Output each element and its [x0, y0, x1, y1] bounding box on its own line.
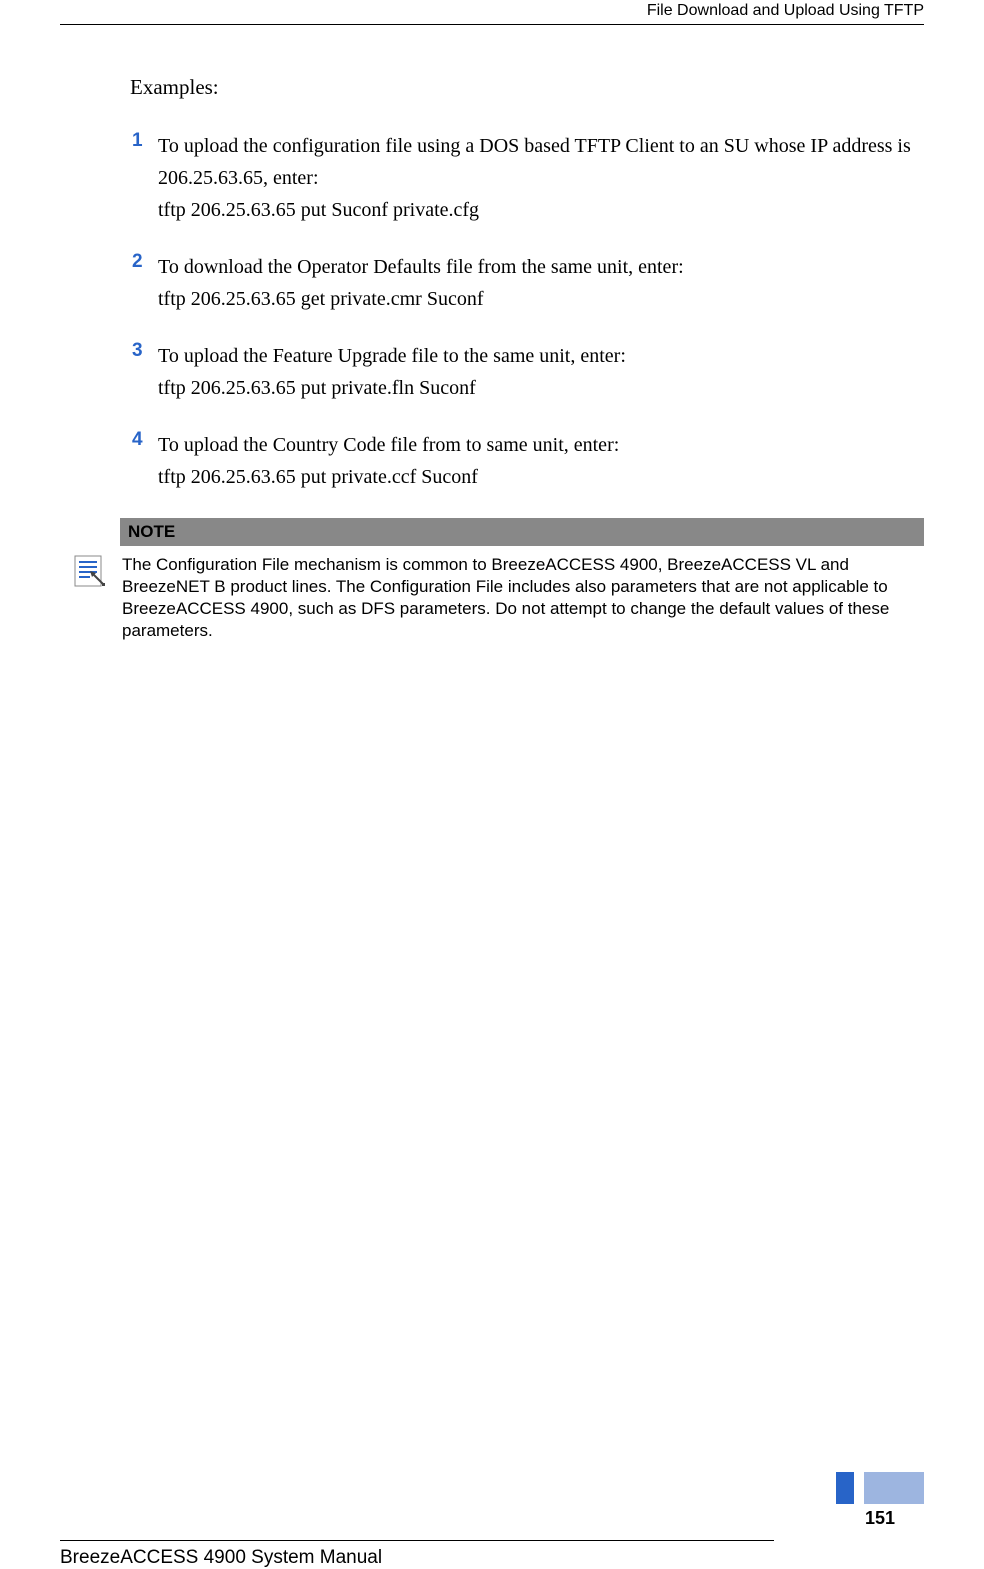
example-number: 1 [130, 130, 158, 226]
example-description: To download the Operator Defaults file f… [158, 256, 684, 278]
footer-bar-light [864, 1472, 924, 1504]
example-description: To upload the Country Code file from to … [158, 434, 619, 456]
example-item: 2 To download the Operator Defaults file… [130, 251, 924, 315]
example-number: 2 [130, 251, 158, 315]
example-text: To upload the Country Code file from to … [158, 429, 619, 493]
note-body: NOTE The Configuration File mechanism is… [120, 518, 924, 642]
footer-bar-group: 151 [836, 1472, 924, 1529]
note-icon [72, 553, 108, 589]
page-header: File Download and Upload Using TFTP [0, 0, 984, 25]
note-header: NOTE [120, 518, 924, 546]
note-icon-wrapper [60, 518, 120, 642]
header-title: File Download and Upload Using TFTP [0, 0, 984, 24]
footer-bars [836, 1472, 924, 1504]
page-footer: BreezeACCESS 4900 System Manual 151 [0, 1540, 984, 1569]
note-block: NOTE The Configuration File mechanism is… [60, 518, 924, 642]
example-description: To upload the Feature Upgrade file to th… [158, 345, 626, 367]
examples-heading: Examples: [130, 75, 924, 100]
example-command: tftp 206.25.63.65 put private.fln Suconf [158, 377, 476, 399]
page-number: 151 [865, 1508, 895, 1529]
header-divider [60, 24, 924, 25]
example-item: 3 To upload the Feature Upgrade file to … [130, 340, 924, 404]
example-description: To upload the configuration file using a… [158, 135, 911, 189]
example-item: 1 To upload the configuration file using… [130, 130, 924, 226]
footer-bar-accent [836, 1472, 854, 1504]
example-command: tftp 206.25.63.65 get private.cmr Suconf [158, 288, 484, 310]
example-command: tftp 206.25.63.65 put private.ccf Suconf [158, 466, 478, 488]
example-text: To download the Operator Defaults file f… [158, 251, 684, 315]
example-number: 3 [130, 340, 158, 404]
page-content: Examples: 1 To upload the configuration … [130, 60, 924, 642]
example-text: To upload the configuration file using a… [158, 130, 924, 226]
example-item: 4 To upload the Country Code file from t… [130, 429, 924, 493]
footer-manual-name: BreezeACCESS 4900 System Manual [0, 1541, 984, 1569]
example-command: tftp 206.25.63.65 put Suconf private.cfg [158, 199, 479, 221]
example-number: 4 [130, 429, 158, 493]
example-text: To upload the Feature Upgrade file to th… [158, 340, 626, 404]
note-text: The Configuration File mechanism is comm… [120, 546, 924, 642]
